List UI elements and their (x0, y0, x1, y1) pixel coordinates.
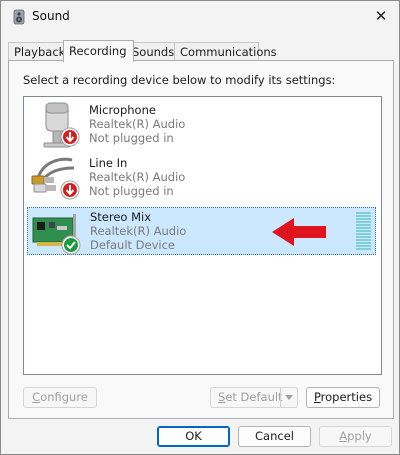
microphone-icon (43, 102, 80, 148)
device-status: Default Device (90, 238, 176, 252)
down-arrow-badge (60, 127, 80, 147)
device-name: Microphone (89, 103, 156, 117)
close-icon: ✕ (374, 7, 388, 25)
device-driver: Realtek(R) Audio (90, 224, 187, 238)
recording-tab-panel: Select a recording device below to modif… (8, 60, 394, 419)
sound-card-icon (32, 214, 81, 255)
device-driver: Realtek(R) Audio (89, 117, 186, 131)
device-driver: Realtek(R) Audio (89, 170, 186, 184)
apply-button[interactable]: Apply (319, 426, 392, 447)
cancel-button[interactable]: Cancel (238, 426, 311, 447)
instructions-text: Select a recording device below to modif… (23, 73, 336, 87)
tab-playback[interactable]: Playback (8, 42, 68, 61)
ok-button[interactable]: OK (157, 426, 230, 447)
tab-recording[interactable]: Recording (63, 40, 134, 62)
title-bar: Sound ✕ (1, 1, 399, 32)
window-title: Sound (32, 9, 70, 23)
checkmark-badge (61, 235, 81, 255)
line-in-cable-icon (31, 157, 80, 200)
close-button[interactable]: ✕ (369, 5, 393, 27)
chevron-down-icon[interactable] (280, 388, 297, 407)
down-arrow-badge (60, 180, 80, 200)
properties-button[interactable]: Properties (306, 387, 380, 408)
level-meter (356, 212, 371, 252)
sound-dialog: Sound ✕ Playback Recording Sounds Commun… (0, 0, 400, 455)
device-item-line-in[interactable]: Line In Realtek(R) Audio Not plugged in (27, 154, 376, 202)
device-list[interactable]: Microphone Realtek(R) Audio Not plugged … (23, 96, 382, 375)
set-default-button[interactable]: Set Default (210, 387, 298, 408)
device-name: Stereo Mix (90, 210, 152, 224)
speaker-icon (13, 9, 25, 25)
device-status: Not plugged in (89, 184, 174, 198)
device-item-microphone[interactable]: Microphone Realtek(R) Audio Not plugged … (27, 101, 376, 149)
red-arrow-icon (272, 218, 326, 246)
tab-communications[interactable]: Communications (174, 42, 277, 61)
configure-button[interactable]: Configure (23, 387, 97, 408)
device-status: Not plugged in (89, 131, 174, 145)
device-item-stereo-mix[interactable]: Stereo Mix Realtek(R) Audio Default Devi… (27, 207, 376, 255)
device-name: Line In (89, 156, 128, 170)
